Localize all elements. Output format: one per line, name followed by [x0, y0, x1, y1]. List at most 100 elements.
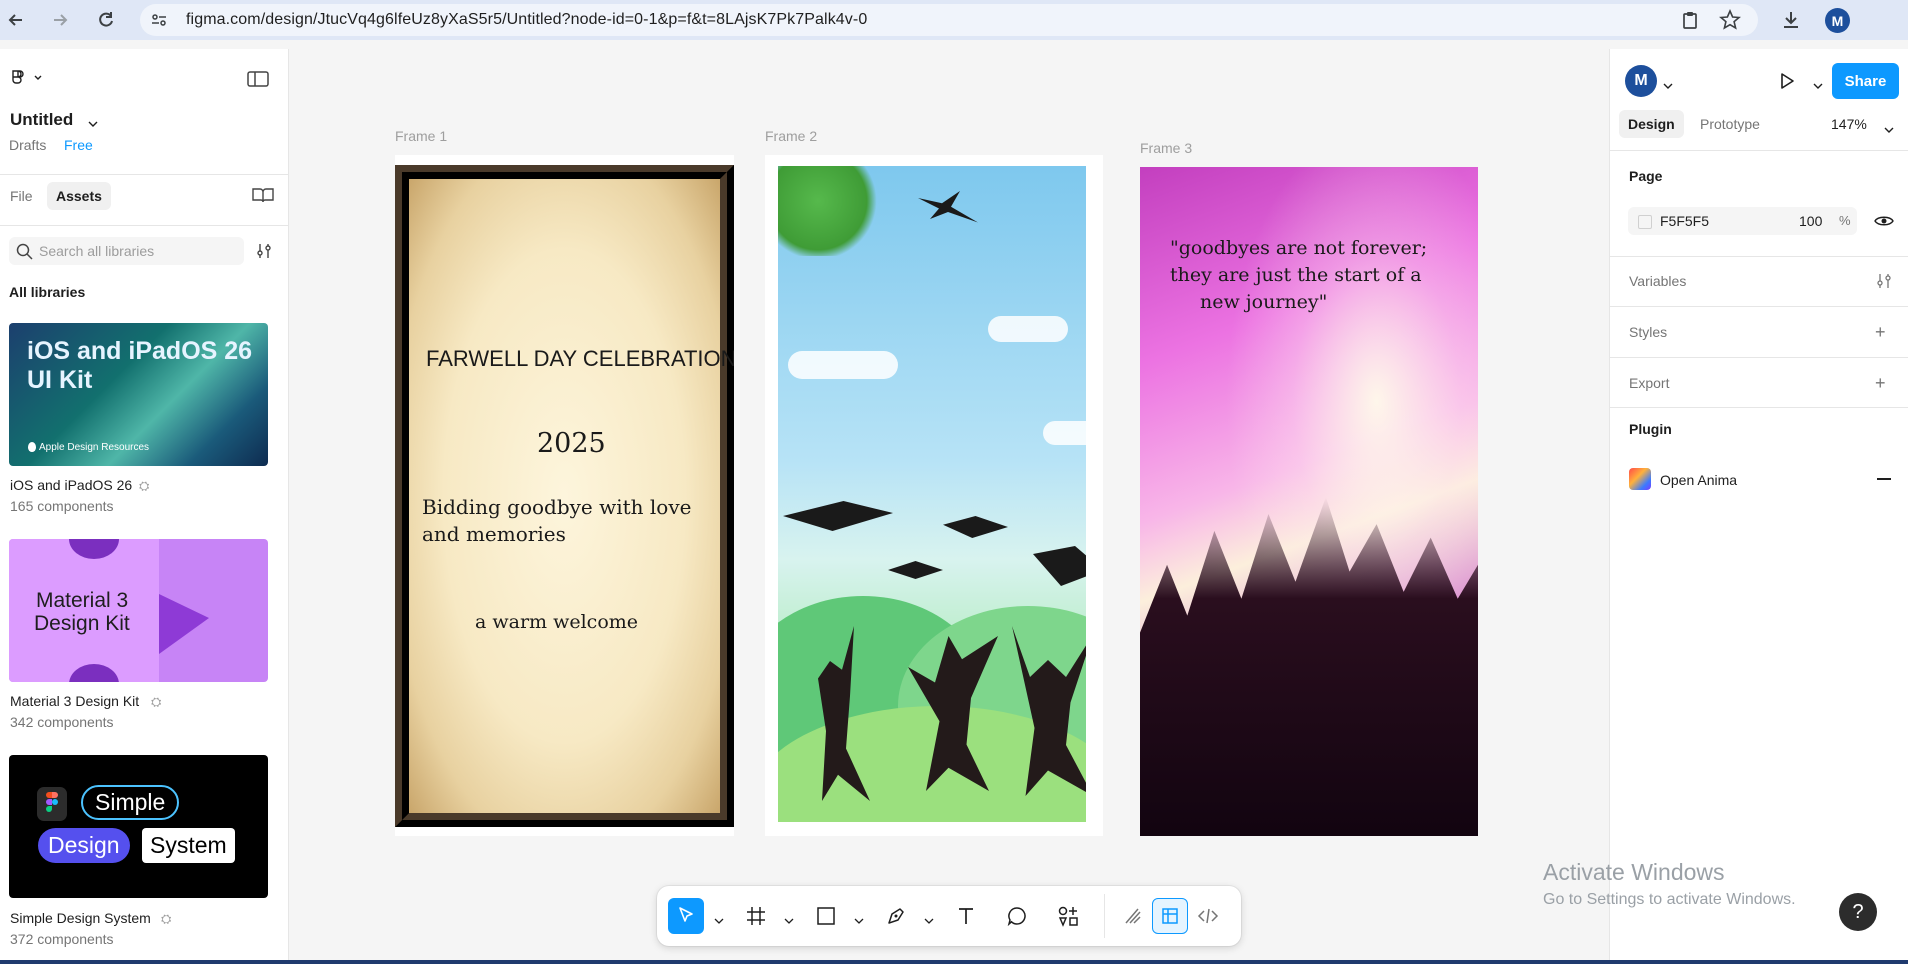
search-input[interactable]: Search all libraries — [9, 237, 244, 265]
thumb-shape — [159, 594, 209, 654]
tab-assets[interactable]: Assets — [47, 182, 111, 210]
library-name[interactable]: Simple Design System — [10, 910, 151, 926]
help-button[interactable]: ? — [1839, 893, 1877, 931]
swallow-bird-icon — [918, 191, 978, 223]
reload-icon[interactable] — [94, 8, 118, 32]
bookmark-star-icon[interactable] — [1719, 8, 1741, 36]
frame1-welcome: a warm welcome — [475, 611, 639, 633]
sidebar-toggle-icon[interactable] — [247, 70, 269, 93]
user-avatar[interactable]: M — [1625, 65, 1657, 97]
move-tool-cursor-icon[interactable] — [668, 898, 704, 934]
divider — [1610, 256, 1908, 257]
frame-label[interactable]: Frame 3 — [1140, 140, 1192, 156]
chevron-down-icon[interactable] — [88, 115, 98, 133]
search-placeholder: Search all libraries — [39, 243, 155, 259]
activate-windows-title: Activate Windows — [1543, 859, 1725, 885]
text-tool-icon[interactable] — [948, 898, 984, 934]
figma-logo-icon — [37, 787, 67, 821]
drafts-link[interactable]: Drafts — [9, 137, 46, 153]
styles-section-title[interactable]: Styles — [1629, 324, 1667, 340]
plugin-section-title: Plugin — [1629, 421, 1672, 437]
library-name[interactable]: iOS and iPadOS 26 — [10, 477, 132, 493]
chevron-down-icon[interactable] — [1884, 121, 1894, 139]
chevron-down-icon[interactable] — [924, 912, 934, 924]
draw-mode-icon[interactable] — [1115, 898, 1151, 934]
site-info-icon[interactable] — [150, 11, 168, 34]
library-count: 372 components — [10, 931, 114, 947]
toolbar-divider — [1104, 894, 1105, 938]
rectangle-tool-icon[interactable] — [808, 898, 844, 934]
tab-prototype[interactable]: Prototype — [1700, 116, 1760, 132]
url-text[interactable]: figma.com/design/JtucVq4g6lfeUz8yXaS5r5/… — [186, 11, 867, 29]
file-title[interactable]: Untitled — [10, 110, 73, 130]
plan-badge[interactable]: Free — [64, 137, 93, 153]
thumb-caption: Apple Design Resources — [39, 442, 150, 453]
page-opacity[interactable]: 100 — [1799, 213, 1822, 229]
frame-2[interactable] — [765, 155, 1103, 836]
figma-menu-icon[interactable] — [10, 69, 44, 92]
eye-icon[interactable] — [1874, 213, 1894, 234]
chevron-down-icon[interactable] — [784, 912, 794, 924]
present-play-icon[interactable] — [1777, 71, 1797, 96]
activate-windows-subtitle: Go to Settings to activate Windows. — [1543, 891, 1796, 908]
plugin-name[interactable]: Open Anima — [1660, 472, 1737, 488]
divider — [1610, 357, 1908, 358]
dev-mode-code-icon[interactable] — [1190, 898, 1226, 934]
library-link-icon: ⛭ — [139, 478, 150, 493]
chevron-down-icon[interactable] — [1813, 77, 1823, 95]
library-thumbnail-ios[interactable]: iOS and iPadOS 26 UI Kit Apple Design Re… — [9, 323, 268, 466]
chevron-down-icon[interactable] — [1663, 77, 1673, 95]
thumb-title-line2: Design Kit — [34, 612, 130, 635]
clipboard-icon[interactable] — [1680, 10, 1700, 35]
back-icon[interactable] — [4, 8, 28, 32]
divider — [1610, 306, 1908, 307]
library-name[interactable]: Material 3 Design Kit — [10, 693, 139, 709]
page-color-field[interactable]: F5F5F5 100 % — [1628, 207, 1857, 235]
variables-section-title[interactable]: Variables — [1629, 273, 1686, 289]
design-mode-icon[interactable] — [1152, 898, 1188, 934]
apple-logo-icon — [28, 442, 36, 452]
frame-3[interactable]: "goodbyes are not forever; they are just… — [1140, 167, 1478, 836]
remove-plugin-minus-icon[interactable] — [1877, 478, 1891, 480]
zoom-level[interactable]: 147% — [1831, 116, 1867, 132]
thumb-word: Design — [38, 828, 130, 863]
frame3-quote-line2: they are just the start of a — [1170, 264, 1422, 286]
bottom-toolbar — [657, 886, 1241, 946]
profile-avatar[interactable]: M — [1825, 8, 1850, 33]
cloud-image — [788, 351, 898, 379]
variables-sliders-icon[interactable] — [1876, 273, 1892, 294]
download-icon[interactable] — [1780, 9, 1802, 36]
comment-tool-icon[interactable] — [999, 898, 1035, 934]
library-link-icon: ⛭ — [151, 694, 162, 709]
page-color-hex[interactable]: F5F5F5 — [1660, 213, 1709, 229]
cloud-image — [1043, 421, 1086, 445]
color-swatch[interactable] — [1638, 215, 1652, 229]
cloud-image — [988, 316, 1068, 342]
share-button[interactable]: Share — [1832, 63, 1899, 99]
library-thumbnail-material[interactable]: Material 3 Design Kit — [9, 539, 268, 682]
chevron-down-icon[interactable] — [854, 912, 864, 924]
library-count: 342 components — [10, 714, 114, 730]
filter-sliders-icon[interactable] — [255, 242, 273, 265]
frame-tool-icon[interactable] — [738, 898, 774, 934]
add-export-plus-icon[interactable]: + — [1875, 374, 1886, 392]
library-book-icon[interactable] — [252, 187, 274, 208]
library-thumbnail-simple[interactable]: Simple Design System — [9, 755, 268, 898]
forward-icon[interactable] — [48, 8, 72, 32]
tab-design[interactable]: Design — [1619, 110, 1684, 138]
actions-tool-icon[interactable] — [1050, 898, 1086, 934]
tab-file[interactable]: File — [10, 188, 33, 204]
chevron-down-icon[interactable] — [714, 912, 724, 924]
add-style-plus-icon[interactable]: + — [1875, 323, 1886, 341]
frame-label[interactable]: Frame 2 — [765, 128, 817, 144]
thumb-title: iOS and iPadOS 26 UI Kit — [27, 337, 253, 394]
frame1-line1: Bidding goodbye with love — [422, 495, 692, 519]
frame-1[interactable]: FARWELL DAY CELEBRATION 2025 Bidding goo… — [395, 155, 734, 836]
frame-label[interactable]: Frame 1 — [395, 128, 447, 144]
export-section-title[interactable]: Export — [1629, 375, 1669, 391]
thumb-word: System — [142, 828, 235, 863]
browser-toolbar: figma.com/design/JtucVq4g6lfeUz8yXaS5r5/… — [0, 0, 1908, 40]
opacity-unit: % — [1839, 213, 1851, 228]
frame1-year: 2025 — [537, 428, 606, 459]
pen-tool-icon[interactable] — [878, 898, 914, 934]
